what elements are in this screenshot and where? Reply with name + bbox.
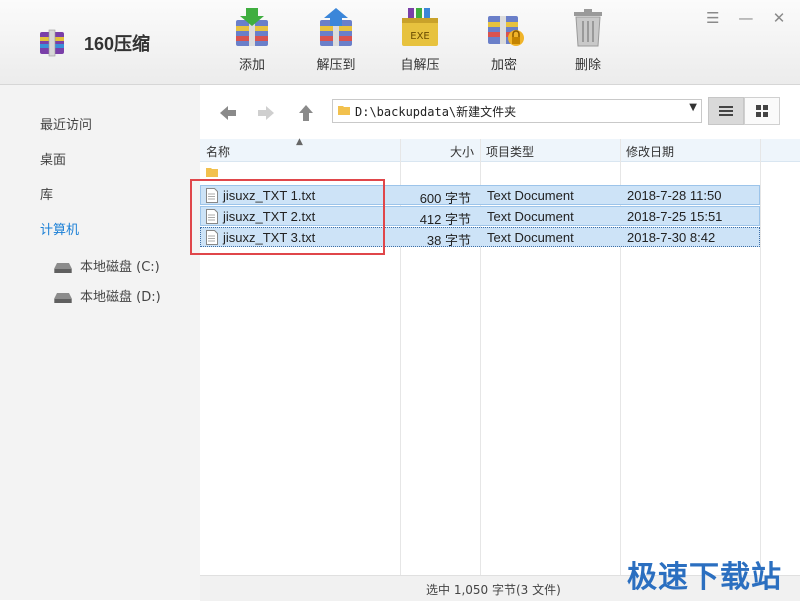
folder-icon [206, 168, 218, 177]
file-date: 2018-7-28 11:50 [627, 188, 722, 203]
grid-view-icon [756, 105, 768, 117]
up-arrow-icon[interactable] [296, 103, 316, 123]
file-pane: D:\backupdata\新建文件夹 ▼ 名称 ▲ 大小 项目类型 修改日期 … [200, 85, 800, 575]
app-logo-icon [40, 29, 64, 57]
close-icon[interactable]: ✕ [768, 8, 790, 28]
sort-up-icon: ▲ [296, 137, 303, 147]
file-size: 412 字节 [419, 212, 471, 227]
folder-icon [338, 106, 350, 115]
extract-icon [320, 8, 352, 46]
column-type[interactable]: 项目类型 [486, 143, 534, 160]
back-arrow-icon[interactable] [218, 103, 238, 123]
sidebar-item-library[interactable]: 库 [40, 184, 53, 203]
file-type: Text Document [487, 188, 574, 203]
grid-view-button[interactable] [744, 97, 780, 125]
drive-c-label: 本地磁盘 (C:) [80, 260, 160, 275]
sidebar-item-desktop[interactable]: 桌面 [40, 149, 66, 168]
app-window: 160压缩 添加 解压到 EXE 自解压 加密 删除 ☰ — ✕ 最近访问 桌面… [0, 0, 800, 601]
forward-arrow-icon[interactable] [256, 103, 276, 123]
sidebar-drive-d[interactable]: 本地磁盘 (D:) [54, 286, 161, 305]
add-archive-icon [236, 8, 268, 46]
delete-button[interactable]: 删除 [556, 6, 620, 76]
watermark: 极速下载站 [627, 560, 782, 595]
annotation-highlight-box [190, 179, 385, 255]
file-type: Text Document [487, 209, 574, 224]
extract-to-button[interactable]: 解压到 [304, 6, 368, 76]
chevron-down-icon[interactable]: ▼ [689, 102, 697, 113]
encrypt-label: 加密 [490, 58, 517, 73]
sidebar-drive-c[interactable]: 本地磁盘 (C:) [54, 256, 160, 275]
file-date: 2018-7-25 15:51 [627, 209, 723, 224]
file-type: Text Document [487, 230, 574, 245]
encrypt-lock-icon [488, 16, 524, 46]
exe-badge-text: EXE [410, 31, 430, 42]
list-view-icon [719, 106, 733, 116]
app-title: 160压缩 [84, 34, 151, 54]
path-bar[interactable]: D:\backupdata\新建文件夹 ▼ [332, 99, 702, 123]
column-divider [760, 139, 761, 575]
file-size: 38 字节 [426, 233, 471, 248]
list-view-button[interactable] [708, 97, 744, 125]
status-text: 选中 1,050 字节(3 文件) [426, 583, 561, 597]
sidebar-item-computer[interactable]: 计算机 [40, 219, 79, 238]
file-size: 600 字节 [419, 191, 471, 206]
delete-label: 删除 [574, 58, 601, 73]
extract-to-label: 解压到 [316, 58, 356, 73]
column-name[interactable]: 名称 [206, 143, 230, 160]
drive-d-label: 本地磁盘 (D:) [80, 290, 161, 305]
encrypt-button[interactable]: 加密 [472, 6, 536, 76]
toolbar: 160压缩 添加 解压到 EXE 自解压 加密 删除 ☰ — ✕ [0, 0, 800, 85]
navigation-bar: D:\backupdata\新建文件夹 ▼ [200, 85, 800, 139]
sidebar-item-recent[interactable]: 最近访问 [40, 114, 92, 133]
add-label: 添加 [238, 58, 265, 73]
drive-icon [54, 292, 72, 303]
sidebar: 最近访问 桌面 库 计算机 本地磁盘 (C:) 本地磁盘 (D:) [0, 85, 200, 600]
trash-icon [574, 9, 602, 47]
column-size[interactable]: 大小 [450, 143, 474, 160]
minimize-icon[interactable]: — [735, 8, 757, 28]
self-extract-button[interactable]: EXE 自解压 [388, 6, 452, 76]
file-date: 2018-7-30 8:42 [627, 230, 716, 245]
list-header: 名称 ▲ 大小 项目类型 修改日期 [200, 137, 800, 162]
menu-icon[interactable]: ☰ [702, 8, 724, 28]
self-extract-label: 自解压 [400, 58, 440, 73]
add-button[interactable]: 添加 [220, 6, 284, 76]
path-text: D:\backupdata\新建文件夹 [355, 105, 517, 119]
window-controls: ☰ — ✕ [696, 8, 790, 28]
column-modified[interactable]: 修改日期 [626, 143, 674, 160]
self-extract-exe-icon: EXE [402, 8, 438, 46]
drive-icon [54, 262, 72, 273]
